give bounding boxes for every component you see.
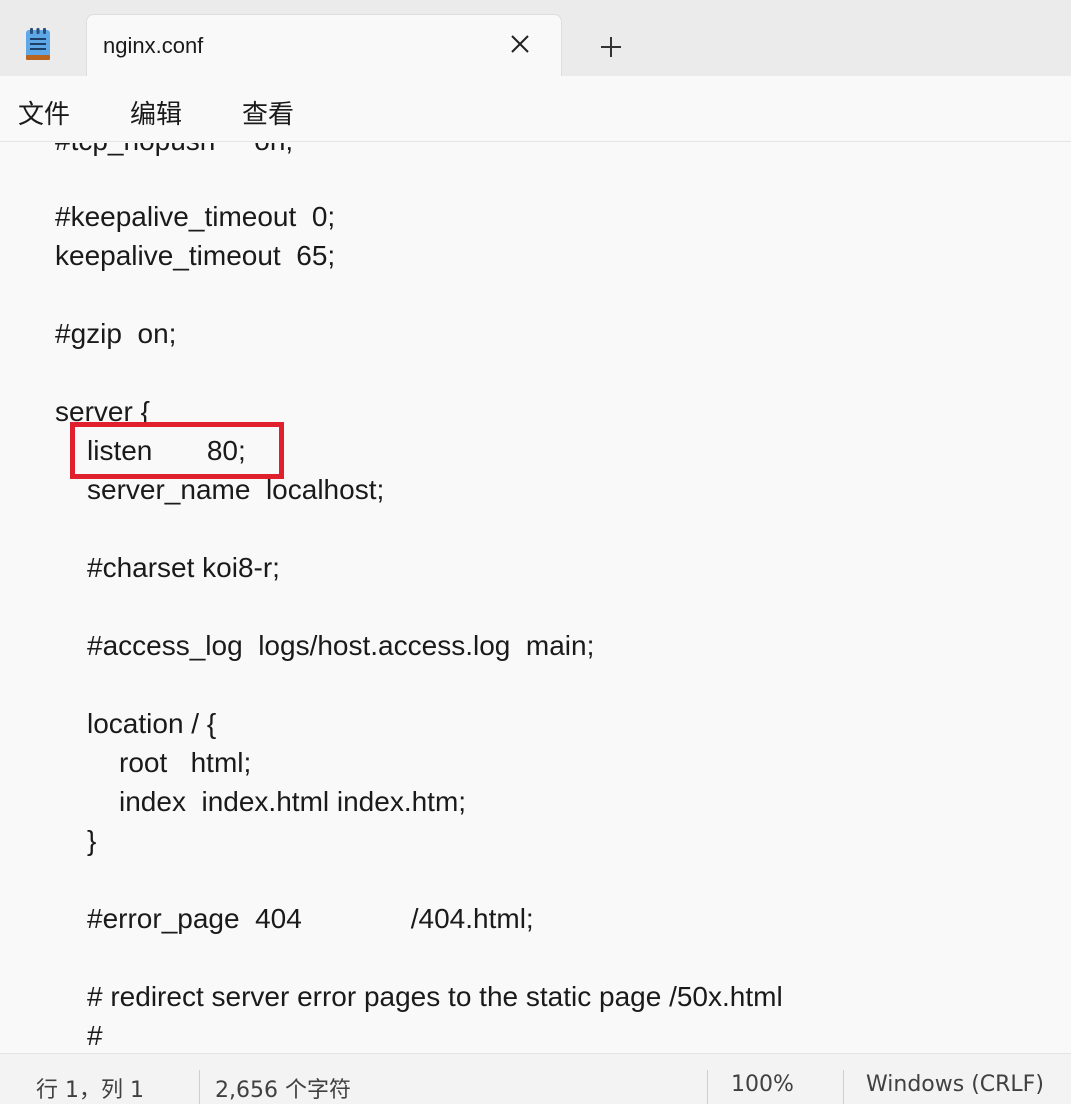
plus-icon[interactable] (594, 30, 628, 64)
status-bar: 行 1，列 1 2,656 个字符 100% Windows (CRLF) (0, 1053, 1071, 1104)
tab-nginx-conf[interactable]: nginx.conf (86, 14, 562, 76)
status-divider (707, 1070, 708, 1104)
code-line: #error_page 404 /404.html; (87, 903, 534, 934)
code-line: } (87, 825, 97, 856)
status-line-ending[interactable]: Windows (CRLF) (866, 1072, 1044, 1097)
code-line: index index.html index.htm; (119, 786, 467, 817)
status-char-count: 2,656 个字符 (215, 1078, 351, 1103)
code-line: root html; (119, 747, 252, 778)
close-icon[interactable] (505, 29, 535, 59)
notepad-icon (24, 28, 52, 62)
text-editor[interactable]: #tcp_nopush on; #keepalive_timeout 0; ke… (0, 143, 1071, 1053)
code-line: #charset koi8-r; (87, 552, 280, 583)
code-line: # redirect server error pages to the sta… (87, 981, 783, 1012)
status-divider (843, 1070, 844, 1104)
status-zoom[interactable]: 100% (731, 1072, 794, 1097)
code-line: #tcp_nopush on; (55, 143, 293, 159)
tab-title: nginx.conf (103, 33, 204, 58)
code-line: # (87, 1020, 103, 1051)
menu-edit[interactable]: 编辑 (130, 94, 182, 131)
status-divider (199, 1070, 200, 1104)
tab-strip: nginx.conf (0, 0, 1071, 76)
status-cursor-position: 行 1，列 1 (36, 1078, 144, 1103)
code-line: #access_log logs/host.access.log main; (87, 630, 595, 661)
menu-bar: 文件 编辑 查看 (0, 76, 1071, 142)
code-line: #keepalive_timeout 0; (55, 201, 336, 232)
code-line: #gzip on; (55, 318, 177, 349)
notepad-window: nginx.conf 文件 编辑 查看 #tcp_nopush on; #kee… (0, 0, 1071, 1104)
menu-file[interactable]: 文件 (18, 94, 70, 131)
menu-view[interactable]: 查看 (242, 94, 294, 131)
code-line: keepalive_timeout 65; (55, 240, 336, 271)
code-line: location / { (87, 708, 217, 739)
highlight-box (70, 422, 284, 479)
